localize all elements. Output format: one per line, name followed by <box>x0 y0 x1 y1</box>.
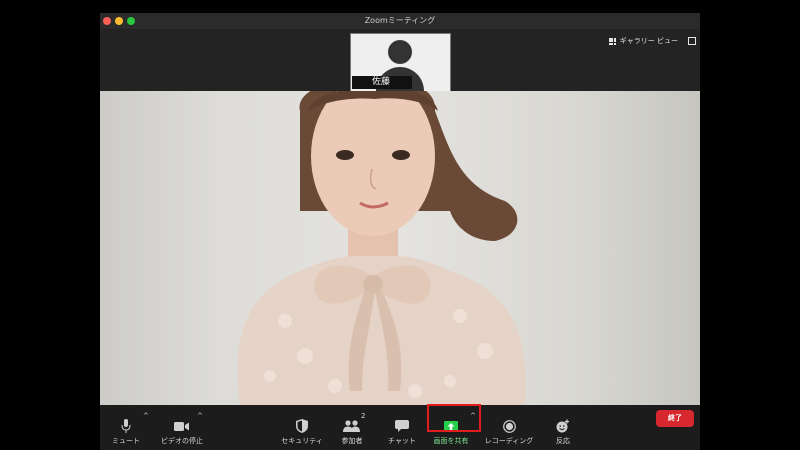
recording-button[interactable]: レコーディング <box>485 405 533 450</box>
meeting-toolbar: ミュート ^ ビデオの停止 ^ セキュリティ 参加者 2 チャット 画面を共有 … <box>100 405 700 450</box>
participants-count: 2 <box>361 412 366 420</box>
avatar <box>388 40 412 64</box>
fullscreen-icon[interactable] <box>688 37 696 45</box>
security-button[interactable]: セキュリティ <box>280 405 324 450</box>
share-screen-label: 画面を共有 <box>433 437 469 445</box>
title-bar: Zoomミーティング <box>100 13 700 29</box>
grid-icon <box>608 37 616 45</box>
window-title: Zoomミーティング <box>364 16 436 25</box>
reactions-label: 反応 <box>556 437 570 445</box>
audio-options-chevron-icon[interactable]: ^ <box>143 412 149 420</box>
record-icon <box>502 416 516 436</box>
participants-label: 参加者 <box>341 437 363 445</box>
recording-label: レコーディング <box>484 437 534 445</box>
gallery-view-label: ギャラリー ビュー <box>619 37 678 45</box>
share-screen-highlight <box>427 404 481 432</box>
security-label: セキュリティ <box>281 437 323 445</box>
main-video-feed <box>100 91 700 405</box>
zoom-meeting-window: Zoomミーティング ギャラリー ビュー 佐藤 ミュート ^ ビデオの停止 ^ … <box>100 13 700 450</box>
mute-button[interactable]: ミュート <box>110 405 142 450</box>
participants-icon <box>343 416 361 436</box>
video-options-chevron-icon[interactable]: ^ <box>197 412 203 420</box>
microphone-icon <box>120 416 132 436</box>
reactions-button[interactable]: 反応 <box>552 405 574 450</box>
smiley-plus-icon <box>556 416 570 436</box>
gallery-view-button[interactable]: ギャラリー ビュー <box>608 36 696 46</box>
chat-button[interactable]: チャット <box>385 405 419 450</box>
chat-bubble-icon <box>395 416 409 436</box>
end-meeting-button[interactable]: 終了 <box>656 410 694 427</box>
video-label: ビデオの停止 <box>161 437 203 445</box>
participant-thumbnail[interactable]: 佐藤 <box>350 33 451 92</box>
speaker-video-image <box>237 91 526 405</box>
mute-label: ミュート <box>112 437 140 445</box>
video-camera-icon <box>174 416 190 436</box>
shield-icon <box>296 416 308 436</box>
chat-label: チャット <box>388 437 416 445</box>
participant-name: 佐藤 <box>352 76 412 89</box>
